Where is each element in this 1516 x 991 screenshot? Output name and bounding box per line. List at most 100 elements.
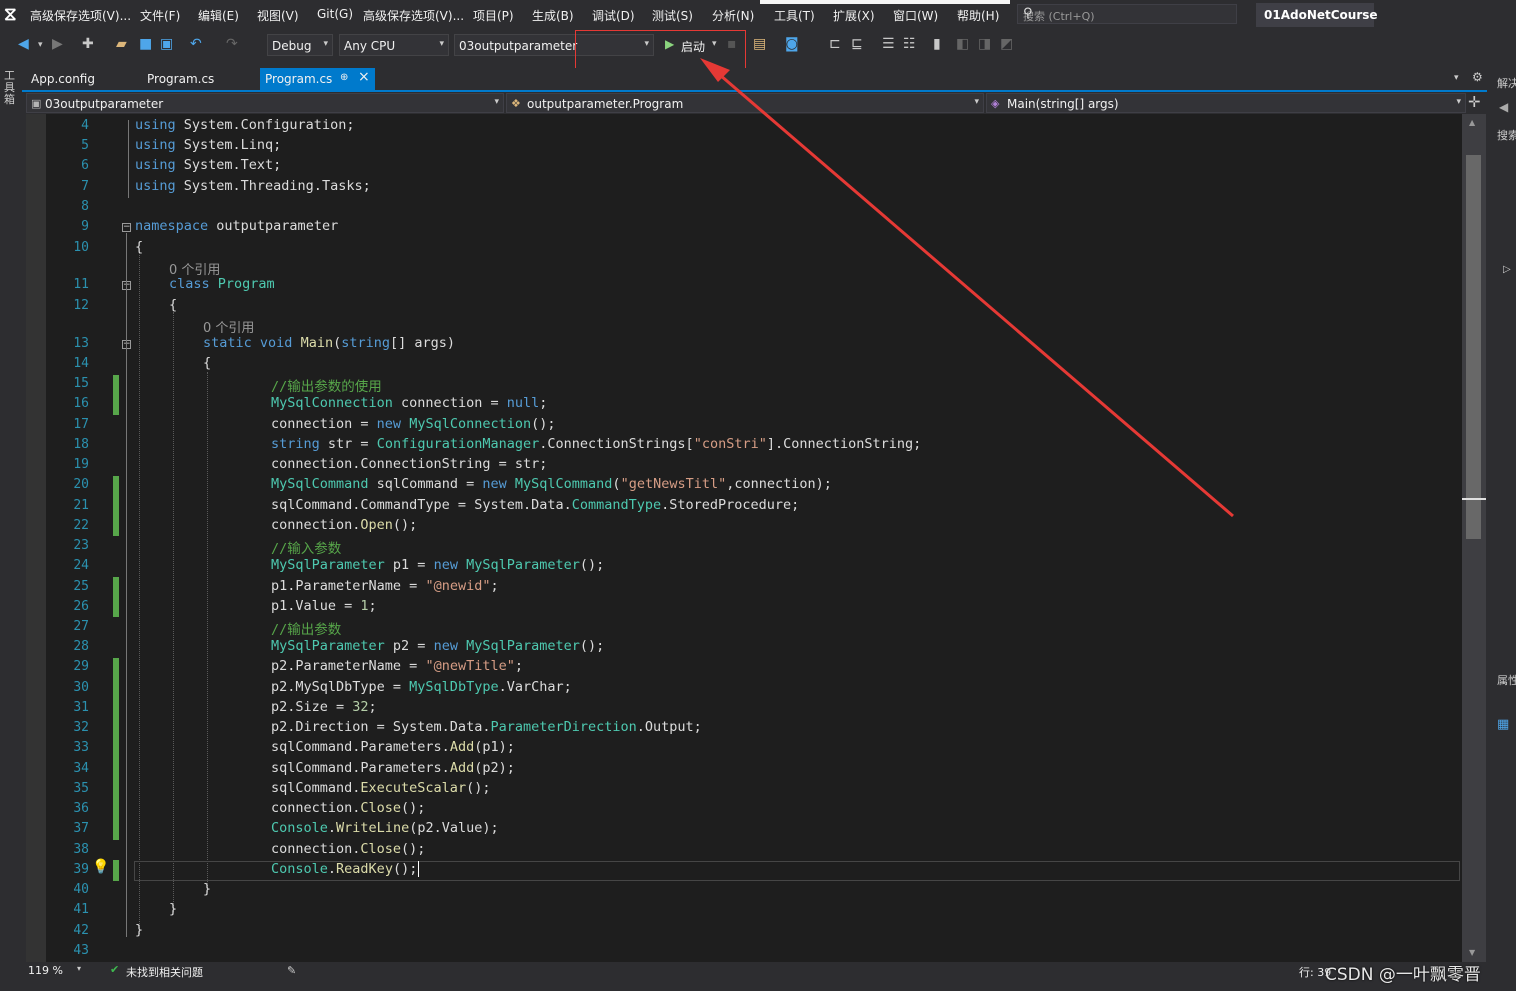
- scrollbar-thumb[interactable]: [1466, 155, 1481, 539]
- member-dropdown[interactable]: ◈ Main(string[] args) ▾: [986, 93, 1466, 113]
- menu-debug[interactable]: 调试(D): [592, 7, 635, 24]
- menu-advanced-save[interactable]: 高级保存选项(V)...: [30, 7, 131, 24]
- solution-name-badge: 01AdoNetCourse: [1256, 3, 1378, 27]
- properties-label[interactable]: 属性: [1497, 672, 1516, 688]
- navigate-forward-icon[interactable]: ▶: [52, 36, 63, 52]
- csharp-project-icon: ▣: [31, 97, 42, 110]
- pin-icon[interactable]: ⊕: [340, 72, 348, 83]
- menu-analyze[interactable]: 分析(N): [712, 7, 754, 24]
- member-dropdown-value: Main(string[] args): [1007, 97, 1119, 111]
- menu-advanced-save-2[interactable]: 高级保存选项(V)...: [363, 7, 464, 24]
- tab-app-config[interactable]: App.config: [26, 68, 136, 90]
- issues-status[interactable]: 未找到相关问题: [126, 964, 203, 980]
- code-line: MySqlParameter p2 = new MySqlParameter()…: [271, 638, 605, 654]
- bookmark-icon[interactable]: ▮: [933, 36, 941, 52]
- expand-icon[interactable]: ▷: [1503, 264, 1511, 275]
- code-line: connection.ConnectionString = str;: [271, 456, 548, 472]
- save-icon[interactable]: ■: [139, 36, 152, 52]
- menu-help[interactable]: 帮助(H): [957, 7, 999, 24]
- code-line: connection.Open();: [271, 517, 418, 533]
- prev-bookmark-icon[interactable]: ◧: [956, 36, 969, 52]
- project-dropdown[interactable]: ▣ 03outputparameter ▾: [26, 93, 504, 113]
- tab-program-cs[interactable]: Program.cs: [142, 68, 254, 90]
- menu-file[interactable]: 文件(F): [140, 7, 180, 24]
- indent-icon[interactable]: ☰: [882, 36, 895, 52]
- document-tabs: App.config Program.cs Program.cs ⊕ × ▾ ⚙: [22, 68, 1495, 90]
- redo-icon[interactable]: ↷: [226, 36, 238, 52]
- scroll-down-icon[interactable]: ▼: [1469, 948, 1475, 957]
- back-icon[interactable]: ◀: [1499, 100, 1508, 114]
- clear-bookmarks-icon[interactable]: ◩: [1000, 36, 1013, 52]
- codelens-references[interactable]: 0 个引用: [203, 317, 254, 336]
- solution-explorer-label[interactable]: 解决: [1497, 75, 1516, 91]
- code-line: sqlCommand.ExecuteScalar();: [271, 780, 491, 796]
- bracket-icon[interactable]: ⊑: [851, 36, 863, 52]
- navigate-back-icon[interactable]: ◀: [18, 36, 29, 52]
- screenshot-icon[interactable]: ◙: [785, 36, 799, 52]
- menu-extensions[interactable]: 扩展(X): [833, 7, 875, 24]
- tab-program-cs-active[interactable]: Program.cs ⊕ ×: [260, 68, 375, 90]
- code-line: using System.Text;: [135, 157, 282, 173]
- change-bar: [113, 658, 119, 840]
- toolbox-strip: 工具箱: [0, 64, 22, 991]
- code-line: MySqlCommand sqlCommand = new MySqlComma…: [271, 476, 832, 492]
- line-number: 6: [81, 158, 89, 173]
- chevron-down-icon: ▾: [323, 39, 328, 49]
- chevron-down-icon[interactable]: ▾: [38, 40, 43, 50]
- line-number: 33: [73, 740, 89, 755]
- platform-select[interactable]: Any CPU ▾: [339, 34, 449, 56]
- menu-project[interactable]: 项目(P): [473, 7, 514, 24]
- tab-list-icon[interactable]: ▾: [1454, 73, 1459, 83]
- visual-studio-logo-icon[interactable]: ⧖: [4, 4, 17, 25]
- step-icon[interactable]: ⊏: [829, 36, 841, 52]
- solution-explorer-panel: 解决 ◀ 搜索 ▷ 属性 ▦: [1495, 64, 1516, 991]
- line-number: 40: [73, 882, 89, 897]
- solution-search-label[interactable]: 搜索: [1497, 127, 1516, 143]
- lightbulb-icon[interactable]: 💡: [92, 859, 109, 875]
- fold-line: [126, 233, 127, 937]
- change-bar: [113, 577, 119, 617]
- class-dropdown[interactable]: ❖ outputparameter.Program ▾: [506, 93, 984, 113]
- line-number: 7: [81, 179, 89, 194]
- open-file-icon[interactable]: ▰: [116, 36, 127, 52]
- code-editor[interactable]: [26, 114, 1462, 962]
- status-bar: 119 % ▾ ✔ 未找到相关问题 ✎ 行: 39: [22, 962, 1495, 980]
- menu-window[interactable]: 窗口(W): [893, 7, 938, 24]
- configuration-value: Debug: [272, 39, 312, 53]
- toolbox-label[interactable]: 工具箱: [4, 70, 18, 106]
- line-number: 37: [73, 821, 89, 836]
- save-all-icon[interactable]: ▣: [160, 36, 173, 52]
- search-input[interactable]: 搜索 (Ctrl+Q) ⚲: [1017, 4, 1237, 24]
- line-number: 8: [81, 199, 89, 214]
- menu-git[interactable]: Git(G): [317, 7, 353, 21]
- line-number: 12: [73, 298, 89, 313]
- menu-view[interactable]: 视图(V): [257, 7, 299, 24]
- code-line: sqlCommand.CommandType = System.Data.Com…: [271, 497, 800, 513]
- settings-gear-icon[interactable]: ⚙: [1472, 70, 1483, 84]
- chevron-down-icon: ▾: [974, 97, 979, 107]
- close-icon[interactable]: ×: [358, 69, 370, 85]
- next-bookmark-icon[interactable]: ◨: [978, 36, 991, 52]
- zoom-level[interactable]: 119 %: [28, 964, 63, 977]
- solution-name: 01AdoNetCourse: [1264, 8, 1378, 22]
- outdent-icon[interactable]: ☷: [903, 36, 916, 52]
- line-number: 11: [73, 277, 89, 292]
- method-icon: ◈: [991, 97, 1000, 110]
- chevron-down-icon[interactable]: ▾: [77, 964, 81, 973]
- properties-grid-icon[interactable]: ▦: [1497, 717, 1509, 732]
- browse-folder-icon[interactable]: ▤: [753, 36, 766, 52]
- menu-build[interactable]: 生成(B): [532, 7, 574, 24]
- code-cleanup-icon[interactable]: ✎: [287, 964, 296, 977]
- menu-edit[interactable]: 编辑(E): [198, 7, 239, 24]
- line-number: 30: [73, 680, 89, 695]
- new-project-icon[interactable]: ✚: [82, 36, 94, 52]
- split-editor-icon[interactable]: ✛: [1468, 93, 1481, 111]
- line-number: 20: [73, 477, 89, 492]
- collapse-namespace-icon[interactable]: −: [122, 223, 131, 232]
- configuration-select[interactable]: Debug ▾: [267, 34, 333, 56]
- menu-tools[interactable]: 工具(T): [774, 7, 815, 24]
- scroll-up-icon[interactable]: ▲: [1469, 118, 1475, 127]
- undo-icon[interactable]: ↶: [190, 36, 202, 52]
- menu-test[interactable]: 测试(S): [652, 7, 693, 24]
- line-number: 38: [73, 842, 89, 857]
